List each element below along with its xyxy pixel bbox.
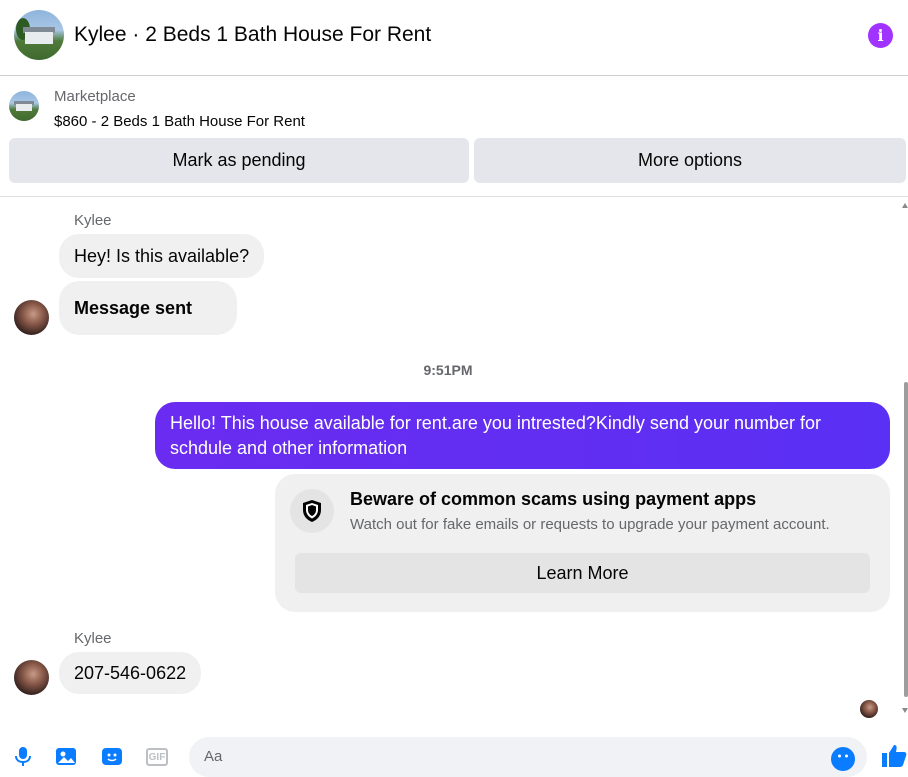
scrollbar-thumb[interactable] [904, 382, 908, 697]
info-icon[interactable]: i [868, 23, 893, 48]
conversation-title[interactable]: Kylee · 2 Beds 1 Bath House For Rent [74, 23, 431, 47]
message-bubble[interactable]: Hey! Is this available? [59, 234, 265, 278]
divider [0, 196, 908, 197]
scam-warning-title: Beware of common scams using payment app… [350, 489, 757, 509]
sticker-icon[interactable] [101, 745, 123, 767]
gif-icon[interactable]: GIF [146, 748, 168, 766]
listing-thumbnail[interactable] [9, 91, 39, 121]
listing-avatar[interactable] [14, 10, 64, 60]
sender-name: Kylee [74, 212, 112, 229]
sender-name: Kylee [74, 630, 112, 647]
emoji-icon[interactable] [831, 747, 855, 771]
more-options-button[interactable]: More options [474, 138, 906, 183]
message-bubble[interactable]: 207-546-0622 [59, 652, 202, 694]
avatar[interactable] [14, 300, 49, 335]
outgoing-message-bubble[interactable]: Hello! This house available for rent.are… [155, 402, 890, 469]
scam-warning-card: Beware of common scams using payment app… [275, 474, 890, 612]
scroll-up-arrow[interactable] [902, 203, 908, 208]
learn-more-button[interactable]: Learn More [295, 553, 870, 593]
message-bubble[interactable]: Message sent [59, 281, 238, 335]
mark-pending-button[interactable]: Mark as pending [9, 138, 469, 183]
scam-warning-body: Watch out for fake emails or requests to… [350, 516, 830, 533]
message-timestamp: 9:51PM [423, 362, 473, 378]
shield-icon [290, 489, 334, 533]
photo-icon[interactable] [55, 745, 77, 767]
scroll-down-arrow[interactable] [902, 708, 908, 713]
marketplace-label: Marketplace [54, 88, 136, 105]
avatar[interactable] [14, 660, 49, 695]
listing-title[interactable]: $860 - 2 Beds 1 Bath House For Rent [54, 113, 305, 130]
message-input[interactable]: Aa [189, 737, 867, 777]
read-receipt-avatar [860, 700, 878, 718]
microphone-icon[interactable] [12, 745, 34, 767]
